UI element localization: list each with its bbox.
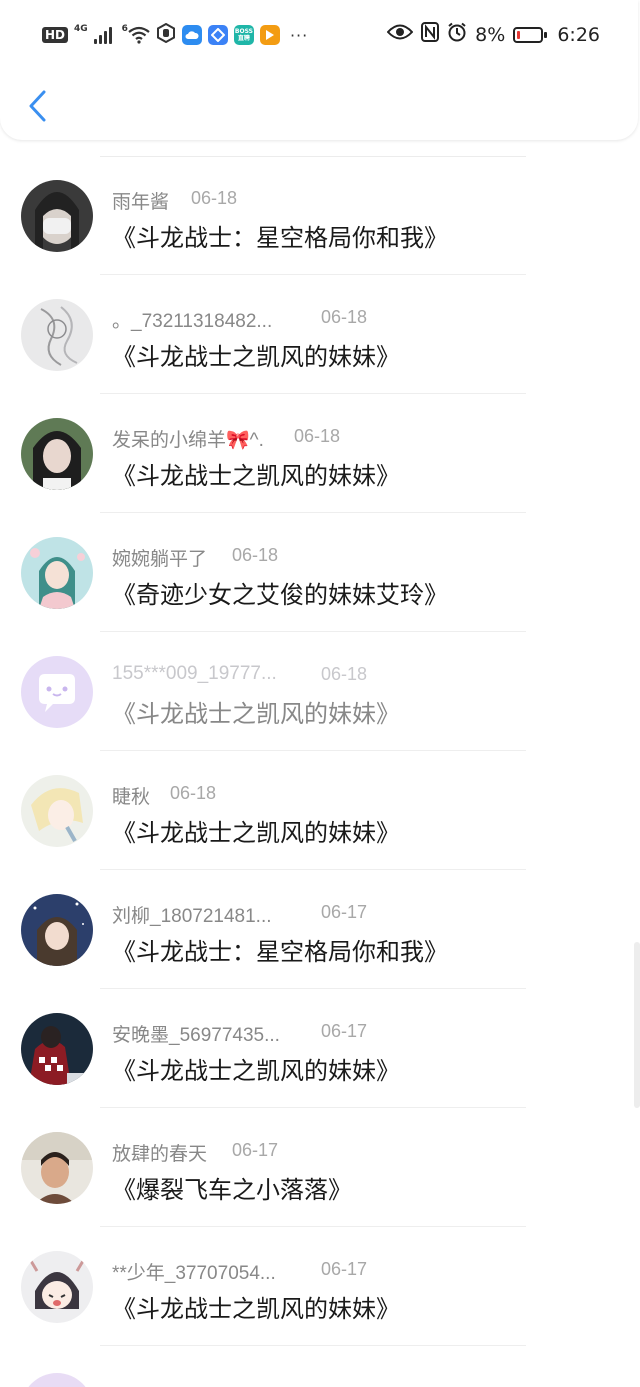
list-item[interactable]: 雨年酱 06-18 《斗龙战士：星空格局你和我》 [0,140,640,275]
alarm-icon [447,22,467,47]
hd-label: HD [42,27,69,43]
cloud-app-icon [181,25,202,45]
avatar[interactable] [21,299,93,371]
item-username: 刘柳_180721481... [112,906,272,927]
item-date: 06-17 [232,1140,279,1160]
item-title: 《斗龙战士之凯风的妹妹》 [112,700,400,728]
item-username: 婉婉躺平了 [112,549,208,570]
battery-icon [513,26,548,43]
battery-level [517,30,521,39]
list-item[interactable]: 安晚墨_56977435... 06-17 《斗龙战士之凯风的妹妹》 [0,973,640,1108]
item-title: 《斗龙战士：星空格局你和我》 [112,938,448,966]
status-right-icons: 8% 6:26 [386,22,600,47]
avatar[interactable] [21,775,93,847]
item-username: 发呆的小绵羊🎀^. [112,430,264,451]
item-title: 《斗龙战士：星空格局你和我》 [112,224,448,252]
item-title: 《奇迹少女之艾俊的妹妹艾玲》 [112,581,448,609]
hexagon-hand-icon [156,22,176,47]
item-title: 《斗龙战士之凯风的妹妹》 [112,1057,400,1085]
wifi-icon: 6 [121,24,150,44]
item-username: 放肆的春天 [112,1144,208,1165]
avatar[interactable] [21,656,93,728]
comment-list-screen: HD 4G 6 BOSS 直聘 ··· 8% 6:26 雨年酱 06-18 《斗… [0,0,640,1387]
list-item[interactable]: 155***009_19777... 06-18 《斗龙战士之凯风的妹妹》 [0,616,640,751]
status-bar: HD 4G 6 BOSS 直聘 ··· 8% 6:26 [0,0,640,72]
eye-icon [386,23,414,46]
list-item[interactable]: 睫秋 06-18 《斗龙战士之凯风的妹妹》 [0,735,640,870]
divider [100,1345,526,1346]
scrollbar[interactable] [634,942,640,1108]
signal-icon [93,26,116,44]
list-item[interactable]: 婉婉躺平了 06-18 《奇迹少女之艾俊的妹妹艾玲》 [0,497,640,632]
item-date: 06-18 [294,426,341,446]
avatar[interactable] [21,1251,93,1323]
avatar[interactable] [21,1373,93,1387]
avatar[interactable] [21,894,93,966]
item-title: 《斗龙战士之凯风的妹妹》 [112,1295,400,1323]
item-username: 155***009_19777... [112,663,277,684]
wifi-sub-label: 6 [121,24,128,34]
item-date: 06-18 [321,307,368,327]
list-item[interactable]: **少年_37707054... 06-17 《斗龙战士之凯风的妹妹》 [0,1211,640,1346]
avatar[interactable] [21,1013,93,1085]
list-item[interactable]: 。_73211318482... 06-18 《斗龙战士之凯风的妹妹》 [0,259,640,394]
item-username: 安晚墨_56977435... [112,1025,280,1046]
back-button[interactable] [20,86,54,126]
diamond-app-icon [207,25,228,45]
item-date: 06-18 [232,545,279,565]
boss-app-icon: BOSS 直聘 [233,25,254,45]
avatar[interactable] [21,1132,93,1204]
avatar[interactable] [21,418,93,490]
item-title: 《斗龙战士之凯风的妹妹》 [112,343,400,371]
avatar[interactable] [21,537,93,609]
header-card: HD 4G 6 BOSS 直聘 ··· 8% 6:26 [0,0,638,140]
item-date: 06-18 [321,664,368,684]
item-date: 06-17 [321,1259,368,1279]
network-type: 4G [74,24,88,34]
list-item[interactable]: 刘柳_180721481... 06-17 《斗龙战士：星空格局你和我》 [0,854,640,989]
chevron-left-icon [29,90,46,122]
status-left-icons: HD 4G 6 BOSS 直聘 ··· [42,22,309,47]
battery-percent: 8% [475,23,506,46]
more-dots-icon: ··· [289,25,309,45]
avatar[interactable] [21,180,93,252]
item-username: 雨年酱 [112,192,170,213]
item-date: 06-18 [191,188,238,208]
item-username: 睫秋 [112,787,151,808]
item-title: 《斗龙战士之凯风的妹妹》 [112,462,400,490]
clock-time: 6:26 [557,23,600,46]
video-app-icon [259,25,280,45]
item-title: 《斗龙战士之凯风的妹妹》 [112,819,400,847]
item-date: 06-18 [170,783,217,803]
list-item[interactable]: 发呆的小绵羊🎀^. 06-18 《斗龙战士之凯风的妹妹》 [0,378,640,513]
item-username: 。_73211318482... [112,311,273,332]
item-date: 06-17 [321,902,368,922]
item-username: **少年_37707054... [112,1263,276,1284]
item-date: 06-17 [321,1021,368,1041]
item-title: 《爆裂飞车之小落落》 [112,1176,352,1204]
list-item[interactable]: 放肆的春天 06-17 《爆裂飞车之小落落》 [0,1092,640,1227]
nfc-icon [421,22,440,47]
